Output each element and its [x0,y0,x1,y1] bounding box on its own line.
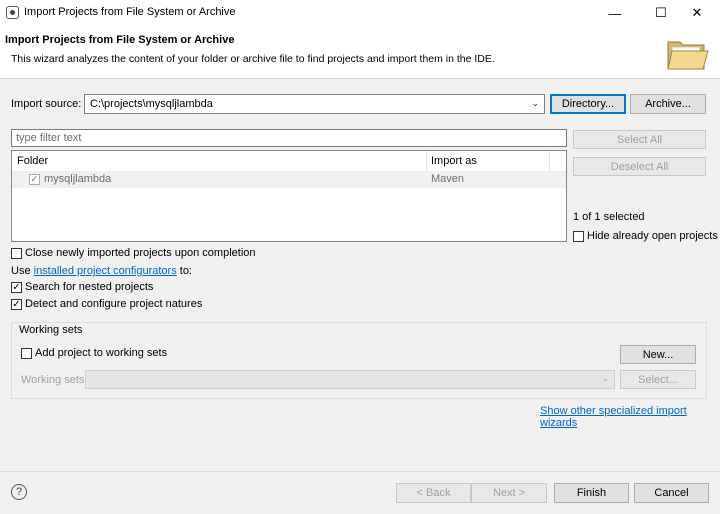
select-working-sets-button[interactable]: Select... [620,370,696,389]
detect-natures-checkbox[interactable]: ✓ [11,299,22,310]
import-source-combo[interactable]: C:\projects\mysqljlambda ⌄ [84,94,545,114]
eclipse-app-icon [6,6,19,19]
use-prefix: Use [11,265,34,277]
table-header [12,151,566,172]
use-suffix: to: [176,265,192,277]
add-to-working-sets-checkbox[interactable] [21,348,32,359]
cancel-button[interactable]: Cancel [634,483,709,503]
selected-count: 1 of 1 selected [573,211,645,223]
working-sets-legend: Working sets [17,324,85,336]
configurators-text: Use installed project configurators to: [11,265,192,277]
archive-button[interactable]: Archive... [630,94,706,114]
close-new-checkbox[interactable] [11,248,22,259]
table-row[interactable]: ✓ mysqljlambda Maven [12,171,566,188]
next-button[interactable]: Next > [471,483,547,503]
column-divider [549,151,550,171]
chevron-down-icon[interactable]: ⌄ [531,98,539,109]
window-title: Import Projects from File System or Arch… [24,6,236,18]
filter-placeholder: type filter text [16,132,82,144]
deselect-all-button[interactable]: Deselect All [573,157,706,176]
working-sets-combo[interactable]: ⌄ [85,370,615,389]
column-divider [426,151,427,171]
minimize-button[interactable]: — [592,0,638,26]
specialized-wizards-link[interactable]: Show other specialized import wizards [540,405,720,429]
working-sets-label: Working sets: [21,374,88,386]
help-icon[interactable]: ? [11,484,27,500]
new-working-set-button[interactable]: New... [620,345,696,364]
finish-button[interactable]: Finish [554,483,629,503]
row-folder-name: mysqljlambda [44,173,112,185]
projects-table[interactable]: Folder Import as ✓ mysqljlambda Maven [11,150,567,242]
hide-open-checkbox[interactable] [573,231,584,242]
column-header-import-as[interactable]: Import as [431,155,477,167]
filter-input[interactable]: type filter text [11,129,567,147]
select-all-button[interactable]: Select All [573,130,706,149]
search-nested-checkbox[interactable]: ✓ [11,282,22,293]
installed-configurators-link[interactable]: installed project configurators [34,265,177,277]
wizard-description: This wizard analyzes the content of your… [11,53,495,65]
column-header-folder[interactable]: Folder [17,155,48,167]
row-checkbox[interactable]: ✓ [29,174,40,185]
close-button[interactable]: ✕ [674,0,720,26]
close-new-label[interactable]: Close newly imported projects upon compl… [25,247,256,259]
folder-icon [667,41,709,70]
detect-natures-label[interactable]: Detect and configure project natures [25,298,202,310]
chevron-down-icon[interactable]: ⌄ [601,373,609,384]
hide-open-label[interactable]: Hide already open projects [587,230,718,242]
footer-divider [0,471,720,472]
import-source-value: C:\projects\mysqljlambda [90,98,213,110]
add-to-working-sets-label[interactable]: Add project to working sets [35,347,167,359]
directory-button[interactable]: Directory... [550,94,626,114]
search-nested-label[interactable]: Search for nested projects [25,281,153,293]
row-import-as: Maven [431,173,465,185]
wizard-title: Import Projects from File System or Arch… [5,34,235,46]
back-button[interactable]: < Back [396,483,471,503]
import-source-label: Import source: [11,98,82,110]
